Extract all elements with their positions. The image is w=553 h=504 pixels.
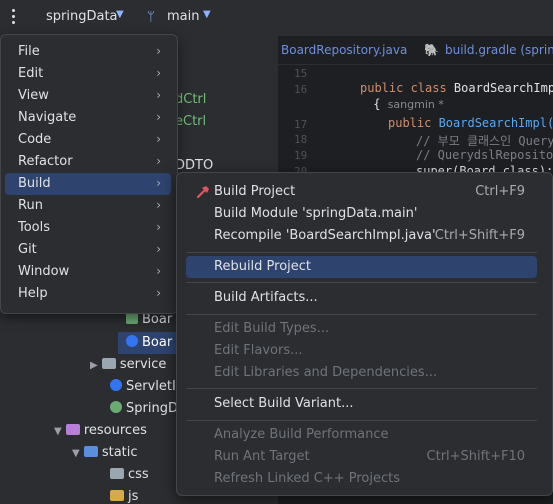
main-menu: File › Edit › View › Navigate › Code › Refact… <box>0 34 178 314</box>
chevron-right-icon: › <box>156 286 161 300</box>
chevron-right-icon: › <box>156 154 161 168</box>
menu-item-code[interactable]: Code › <box>5 129 171 151</box>
chevron-right-icon: › <box>156 132 161 146</box>
resources-folder-icon <box>65 424 80 435</box>
code-comment[interactable]: // 부모 클래스인 Query <box>416 132 553 149</box>
chevron-right-icon: › <box>156 220 161 234</box>
menu-item-file[interactable]: File › <box>5 41 171 63</box>
menu-item-navigate[interactable]: Navigate › <box>5 107 171 129</box>
class-icon <box>126 335 138 347</box>
separator <box>186 252 537 253</box>
chevron-down-icon[interactable]: ▼ <box>203 9 211 20</box>
js-folder-icon <box>110 490 124 501</box>
tab-build-gradle[interactable]: build.gradle (springD <box>445 43 553 57</box>
git-branch-icon: ᛘ <box>147 10 155 25</box>
chevron-right-icon: › <box>156 88 161 102</box>
tree-item[interactable]: Boar <box>126 312 172 327</box>
tree-item-label: Boar <box>142 312 173 327</box>
menu-item-help[interactable]: Help › <box>5 283 171 305</box>
edit-libraries-item[interactable]: Edit Libraries and Dependencies... <box>186 362 537 384</box>
project-selector[interactable]: springData <box>46 9 118 24</box>
code-comment[interactable]: // QuerydslRepositor <box>416 148 553 162</box>
main-menu-icon[interactable] <box>6 9 20 27</box>
chevron-right-icon: › <box>156 176 161 190</box>
hammer-icon <box>196 186 209 199</box>
tree-item-service[interactable]: ▶ service <box>90 357 166 372</box>
branch-selector[interactable]: main <box>167 9 199 24</box>
tree-item-selected[interactable]: Boar <box>126 335 172 350</box>
tree-item-label: SpringD <box>126 401 178 416</box>
chevron-down-icon[interactable]: ▼ <box>116 9 124 20</box>
collapse-arrow-icon[interactable]: ▼ <box>72 448 80 459</box>
edit-flavors-item[interactable]: Edit Flavors... <box>186 340 537 362</box>
analyze-build-performance-item[interactable]: Analyze Build Performance <box>186 424 537 446</box>
menu-item-window[interactable]: Window › <box>5 261 171 283</box>
tree-item[interactable]: DDTO <box>175 158 213 173</box>
separator <box>186 314 537 315</box>
code-line[interactable]: public class BoardSearchImpl <box>360 81 553 95</box>
spring-icon <box>110 401 122 413</box>
code-line[interactable]: { sangmin * <box>366 97 444 111</box>
tree-item[interactable]: eCtrl <box>175 114 206 129</box>
menu-item-tools[interactable]: Tools › <box>5 217 171 239</box>
tree-item-label: Boar <box>142 335 173 350</box>
author-hint: sangmin * <box>387 98 444 111</box>
separator <box>186 282 537 283</box>
line-number: 16 <box>294 83 308 96</box>
gradle-icon: 🐘 <box>424 43 439 57</box>
code-line[interactable]: public BoardSearchImpl() <box>388 116 553 130</box>
expand-arrow-icon[interactable]: ▶ <box>90 360 98 371</box>
title-bar: springData ▼ ᛘ main ▼ <box>0 0 553 36</box>
collapse-arrow-icon[interactable]: ▼ <box>54 426 62 437</box>
chevron-right-icon: › <box>156 44 161 58</box>
tree-item[interactable]: css <box>110 467 149 482</box>
tree-item[interactable]: js <box>110 489 138 504</box>
build-project-item[interactable]: Build Project Ctrl+F9 <box>186 181 537 203</box>
editor-tabs: BoardRepository.java 🐘 build.gradle (spr… <box>278 36 553 65</box>
build-artifacts-item[interactable]: Build Artifacts... <box>186 287 537 309</box>
chevron-right-icon: › <box>156 66 161 80</box>
folder-icon <box>83 446 98 457</box>
build-submenu: Build Project Ctrl+F9 Build Module 'spri… <box>176 172 553 496</box>
tree-item[interactable]: SpringD <box>110 401 178 416</box>
tree-item-resources[interactable]: ▼ resources <box>54 423 147 438</box>
tree-item-static[interactable]: ▼ static <box>72 445 138 460</box>
tree-item-label: static <box>101 445 138 460</box>
menu-item-view[interactable]: View › <box>5 85 171 107</box>
folder-icon <box>110 468 124 479</box>
menu-item-git[interactable]: Git › <box>5 239 171 261</box>
tree-item-label: css <box>128 467 149 482</box>
select-build-variant-item[interactable]: Select Build Variant... <box>186 393 537 415</box>
recompile-item[interactable]: Recompile 'BoardSearchImpl.java' Ctrl+Sh… <box>186 225 537 247</box>
chevron-right-icon: › <box>156 198 161 212</box>
tree-item-label: js <box>128 489 139 504</box>
tab-board-repository[interactable]: BoardRepository.java <box>281 43 407 57</box>
folder-icon <box>101 358 116 369</box>
menu-item-build[interactable]: Build › <box>5 173 171 195</box>
rebuild-project-item[interactable]: Rebuild Project <box>186 256 537 278</box>
tree-item[interactable]: dCtrl <box>175 92 206 107</box>
tree-item-label: service <box>119 357 167 372</box>
menu-item-refactor[interactable]: Refactor › <box>5 151 171 173</box>
build-module-item[interactable]: Build Module 'springData.main' <box>186 203 537 225</box>
chevron-right-icon: › <box>156 110 161 124</box>
refresh-linked-cpp-item[interactable]: Refresh Linked C++ Projects <box>186 468 537 490</box>
tree-item-label: ServletI <box>126 379 176 394</box>
edit-build-types-item[interactable]: Edit Build Types... <box>186 318 537 340</box>
tree-item-label: resources <box>83 423 147 438</box>
line-number: 19 <box>294 149 308 162</box>
tree-item[interactable]: ServletI <box>110 379 176 394</box>
chevron-right-icon: › <box>156 242 161 256</box>
separator <box>186 388 537 389</box>
menu-item-edit[interactable]: Edit › <box>5 63 171 85</box>
class-icon <box>110 379 122 391</box>
line-number: 18 <box>294 133 308 146</box>
line-number: 17 <box>294 118 308 131</box>
menu-item-run[interactable]: Run › <box>5 195 171 217</box>
run-ant-target-item[interactable]: Run Ant Target Ctrl+Shift+F10 <box>186 446 537 468</box>
line-number: 15 <box>294 67 308 80</box>
chevron-right-icon: › <box>156 264 161 278</box>
separator <box>186 420 537 421</box>
